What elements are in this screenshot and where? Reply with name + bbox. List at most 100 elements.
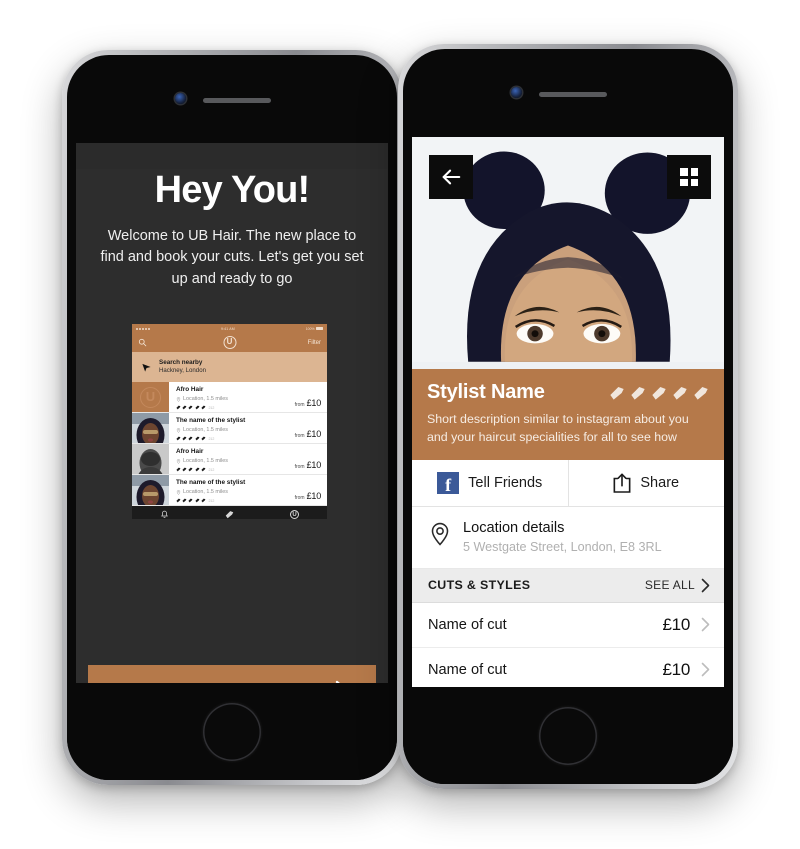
back-button[interactable]: [429, 155, 473, 199]
phone-left: Hey You! Welcome to UB Hair. The new pla…: [62, 50, 402, 785]
stylist-bio-panel: Stylist Name Short description similar t…: [412, 369, 724, 460]
search-nearby-title: Search nearby: [159, 358, 203, 366]
rating-count: 212: [208, 498, 215, 503]
search-icon[interactable]: [138, 338, 147, 347]
tab-my-profile[interactable]: U My Profile: [262, 510, 327, 519]
list-item[interactable]: Afro Hair Location, 1.5 miles 212 from £…: [132, 444, 327, 475]
location-address: 5 Westgate Street, London, E8 3RL: [463, 539, 662, 554]
rating-count: 212: [208, 405, 215, 410]
portrait-photo-woman: [132, 413, 169, 443]
phone-left-body: Hey You! Welcome to UB Hair. The new pla…: [67, 55, 397, 780]
cut-list-item[interactable]: Name of cut £10: [412, 602, 724, 648]
status-time: 9:41 AM: [220, 326, 235, 331]
chevron-right-icon: [701, 578, 710, 593]
price-prefix: from: [294, 464, 305, 470]
page-title: Hey You!: [154, 169, 311, 211]
earpiece-speaker: [203, 98, 271, 103]
search-nearby-subtitle: Hackney, London: [159, 367, 206, 375]
grid-icon: [680, 168, 698, 186]
filter-button[interactable]: Filter: [308, 340, 321, 346]
portrait-photo-woman: [132, 475, 169, 505]
tab-notifications[interactable]: Notifications: [132, 510, 197, 519]
share-button[interactable]: Share: [569, 460, 725, 506]
thumbnail-logo-letter: U: [145, 389, 156, 404]
location-details-row[interactable]: Location details 5 Westgate Street, Lond…: [412, 507, 724, 569]
mockup-tab-bar: Notifications Find a Stylist U My Profi: [132, 506, 327, 519]
action-buttons-row: f Tell Friends Share: [412, 459, 725, 507]
stylist-profile-screen: Stylist Name Short description similar t…: [412, 137, 724, 697]
stylist-price: from £10: [295, 429, 322, 439]
price-value: £10: [306, 429, 322, 439]
stylist-location-text: Location, 1.5 miles: [183, 458, 228, 465]
battery-percent: 100%: [305, 326, 315, 331]
list-item[interactable]: U Afro Hair Location, 1.5 miles 212 from…: [132, 382, 327, 413]
bell-icon: [161, 510, 168, 519]
stylist-thumbnail: [132, 475, 169, 505]
map-pin-icon: [176, 396, 181, 402]
signal-dots-icon: [136, 327, 150, 330]
list-item[interactable]: The name of the stylist Location, 1.5 mi…: [132, 475, 327, 506]
home-button[interactable]: [203, 703, 261, 761]
facebook-icon: f: [437, 471, 460, 494]
app-logo-icon: U: [223, 336, 236, 349]
stylist-thumbnail: U: [132, 382, 169, 412]
stylist-name: Afro Hair: [176, 448, 204, 455]
share-icon: [613, 473, 631, 493]
stylist-location-text: Location, 1.5 miles: [183, 489, 228, 496]
front-camera-icon: [175, 93, 186, 104]
hero-photo-area: [412, 137, 724, 369]
see-all-button[interactable]: SEE ALL: [645, 578, 710, 593]
map-pin-icon: [176, 458, 181, 464]
stylist-list: U Afro Hair Location, 1.5 miles 212 from…: [132, 382, 327, 506]
stylist-thumbnail: [132, 413, 169, 443]
onboarding-screen: Hey You! Welcome to UB Hair. The new pla…: [76, 169, 388, 703]
map-pin-icon: [176, 489, 181, 495]
price-value: £10: [306, 460, 322, 470]
stylist-name: The name of the stylist: [176, 417, 246, 424]
price-value: £10: [306, 398, 322, 408]
screenshot-stage: Hey You! Welcome to UB Hair. The new pla…: [0, 0, 800, 849]
phone-right-top-bezel: [403, 49, 733, 137]
cuts-and-styles-header: CUTS & STYLES SEE ALL: [412, 568, 724, 603]
back-arrow-icon: [442, 169, 461, 185]
cut-name: Name of cut: [428, 661, 507, 678]
chevron-right-icon: [701, 663, 710, 677]
mockup-status-bar: 9:41 AM 100%: [132, 324, 327, 333]
phone-left-screen: Hey You! Welcome to UB Hair. The new pla…: [76, 143, 388, 703]
gallery-grid-button[interactable]: [667, 155, 711, 199]
phone-right-bottom-bezel: [403, 687, 733, 784]
see-all-label: SEE ALL: [644, 578, 695, 593]
earpiece-speaker: [539, 92, 607, 97]
cut-price: £10: [662, 614, 691, 634]
stylist-name: Afro Hair: [176, 386, 204, 393]
tell-friends-button[interactable]: f Tell Friends: [412, 459, 569, 506]
search-nearby-banner[interactable]: Search nearby Hackney, London: [132, 352, 327, 382]
home-button[interactable]: [539, 707, 597, 765]
rating-count: 212: [208, 436, 215, 441]
share-label: Share: [640, 474, 680, 491]
cut-name: Name of cut: [428, 616, 507, 633]
tab-find-a-stylist[interactable]: Find a Stylist: [197, 510, 262, 519]
chevron-right-icon: [701, 618, 710, 632]
location-title: Location details: [463, 519, 565, 536]
price-prefix: from: [294, 402, 305, 408]
phone-right-screen: Stylist Name Short description similar t…: [412, 137, 724, 697]
app-logo-letter: U: [226, 337, 233, 346]
stylist-name: The name of the stylist: [176, 479, 246, 486]
stylist-price: from £10: [294, 398, 322, 408]
mockup-nav-bar: U Filter: [132, 333, 327, 352]
section-title: CUTS & STYLES: [428, 578, 531, 593]
app-preview-mockup: 9:41 AM 100% U Filter Search nearby Hack…: [132, 324, 327, 519]
stylist-location-text: Location, 1.5 miles: [183, 396, 228, 403]
stylist-description: Short description similar to instagram a…: [427, 412, 689, 444]
phone-right-body: Stylist Name Short description similar t…: [403, 49, 733, 784]
navigation-arrow-icon: [142, 363, 151, 372]
stylist-location-text: Location, 1.5 miles: [183, 427, 228, 434]
clipper-icon: [225, 511, 234, 519]
price-prefix: from: [294, 495, 305, 501]
stylist-price: from £10: [294, 491, 322, 501]
stylist-rating: [609, 385, 709, 401]
stylist-thumbnail: [132, 444, 169, 474]
onboarding-subtitle: Welcome to UB Hair. The new place to fin…: [100, 228, 364, 287]
list-item[interactable]: The name of the stylist Location, 1.5 mi…: [132, 413, 327, 444]
